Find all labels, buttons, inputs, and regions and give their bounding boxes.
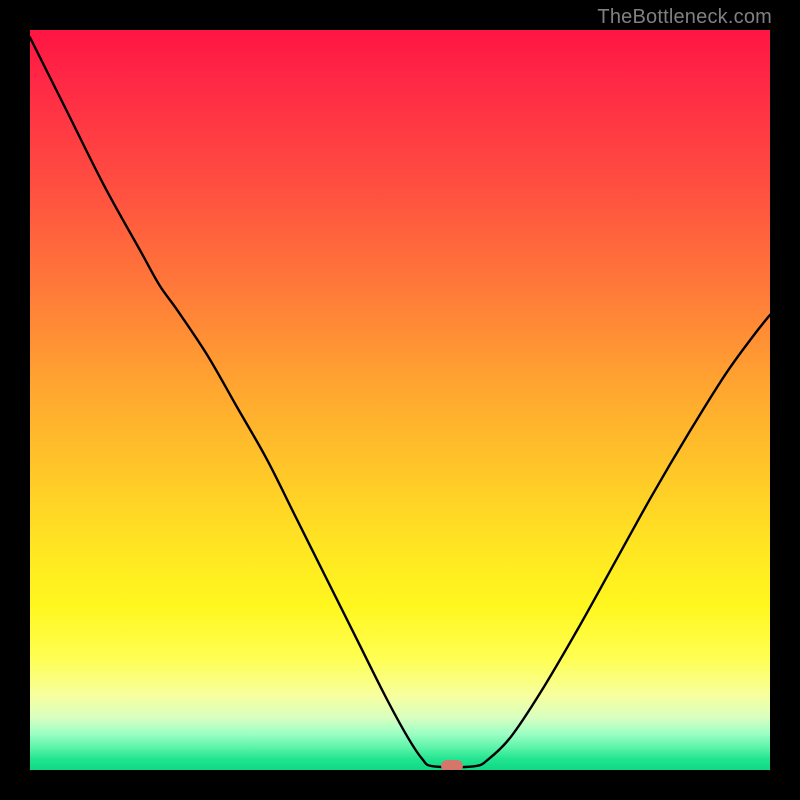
plot-area <box>30 30 770 770</box>
watermark-text: TheBottleneck.com <box>597 6 772 29</box>
bottleneck-curve <box>30 30 770 770</box>
optimal-point-marker <box>441 760 463 770</box>
chart-frame: TheBottleneck.com <box>0 0 800 800</box>
